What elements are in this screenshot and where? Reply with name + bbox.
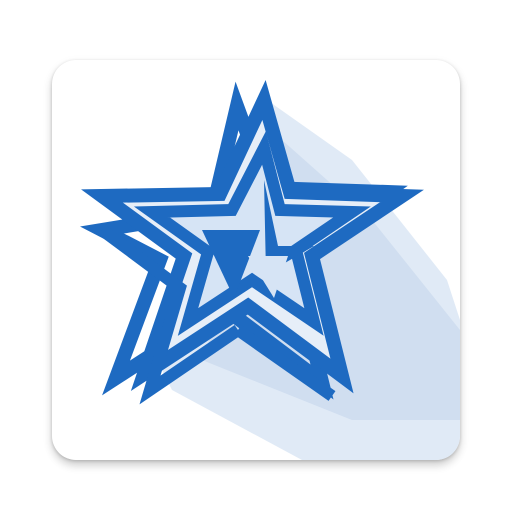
impossible-star-icon [80, 80, 460, 460]
app-icon-tile[interactable] [52, 60, 460, 460]
app-icon-canvas [0, 0, 512, 512]
